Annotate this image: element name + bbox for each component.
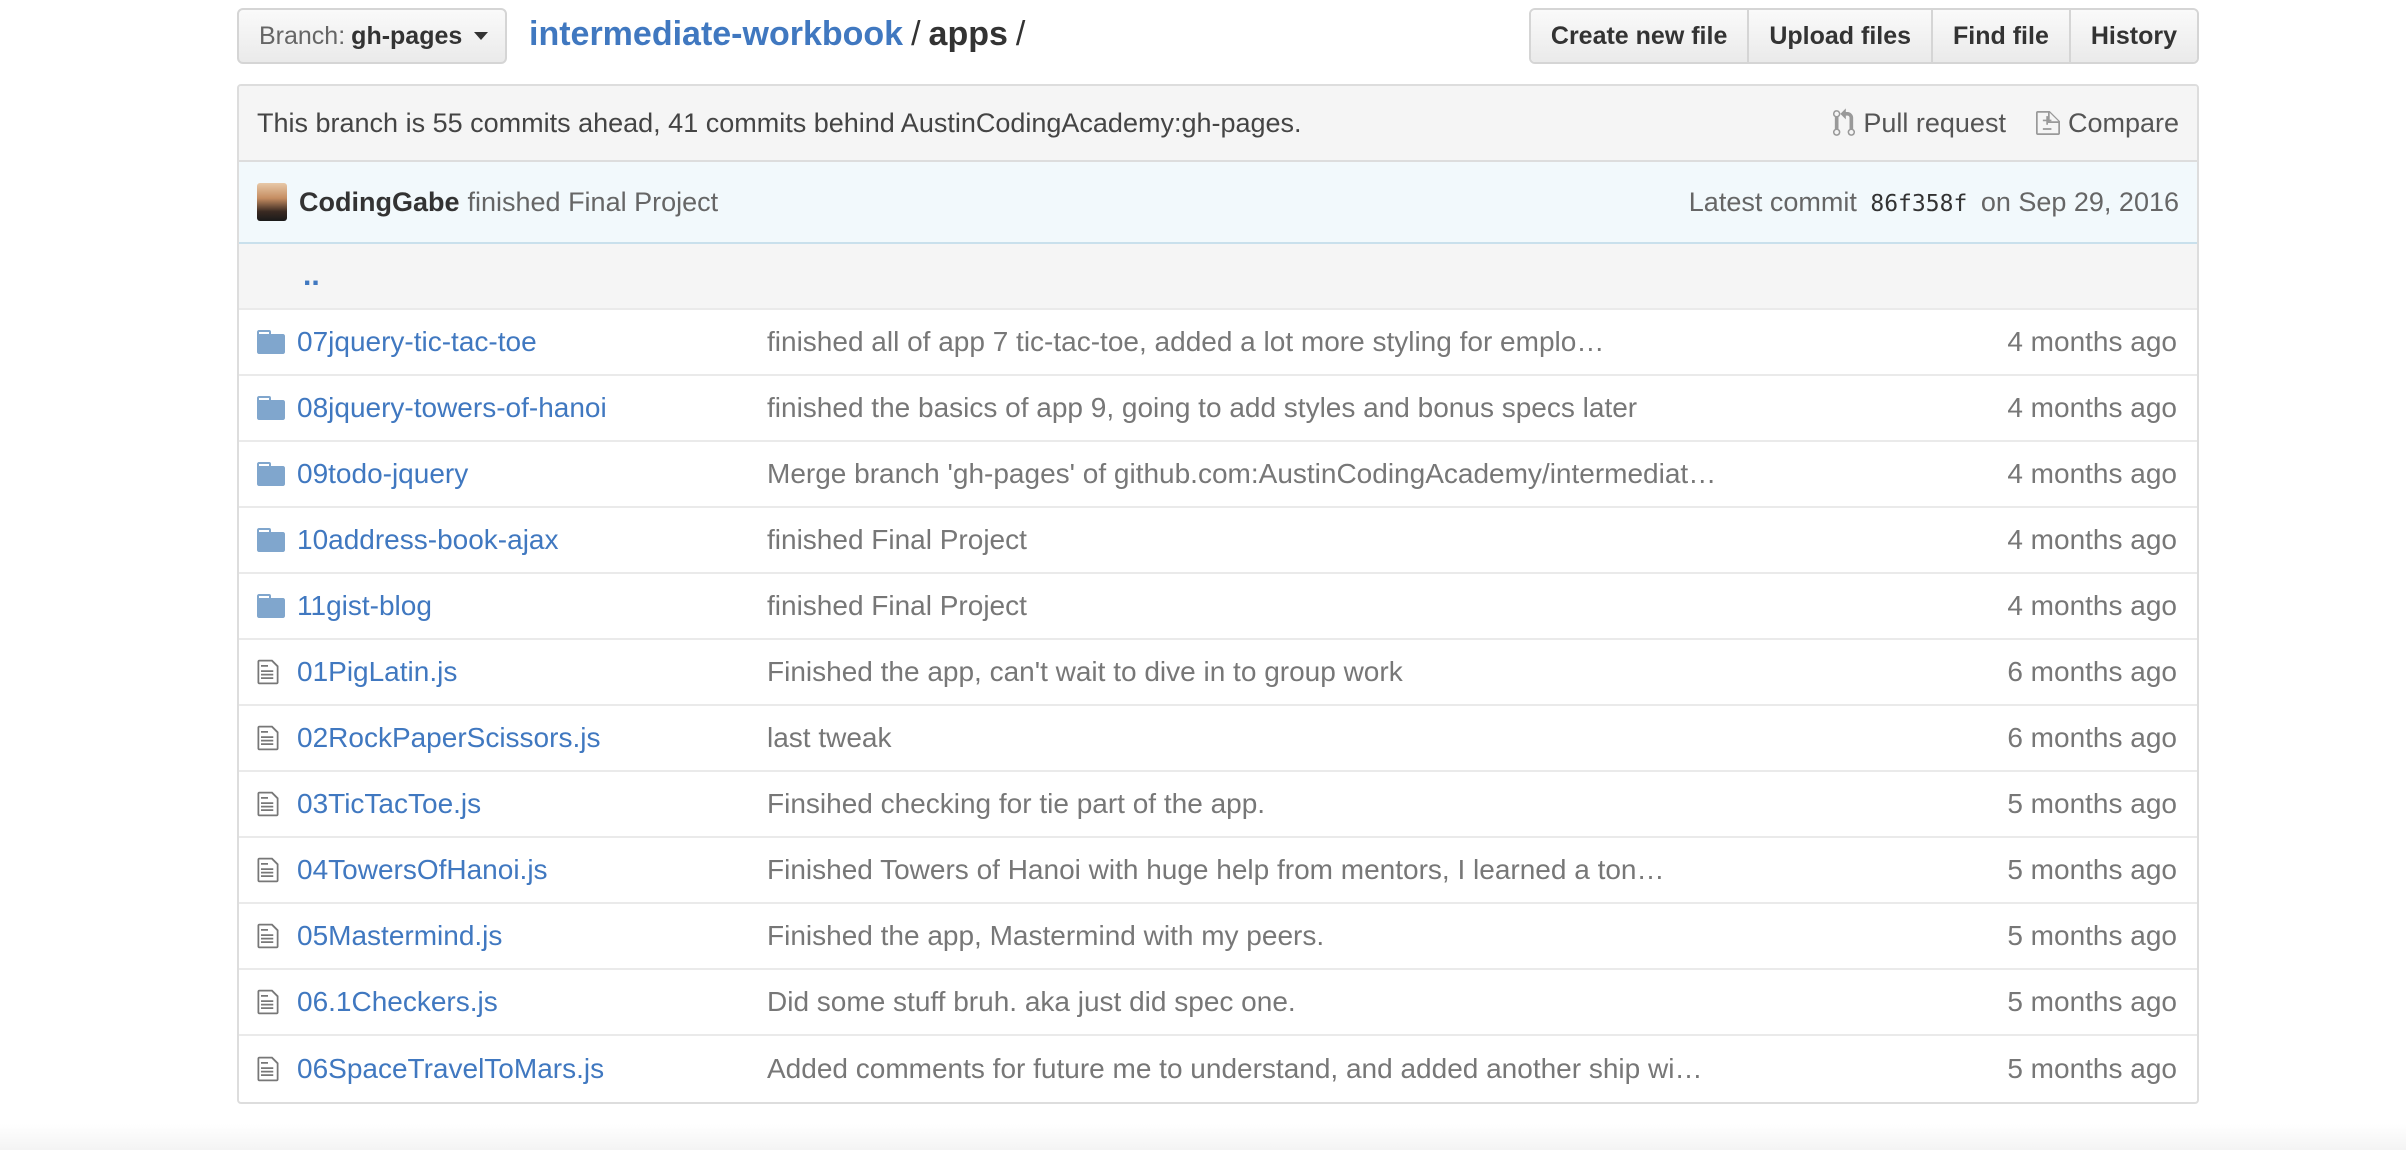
caret-down-icon	[474, 32, 489, 40]
file-navigation-bar: Branch: gh-pages intermediate-workbook / a…	[237, 0, 2199, 78]
branch-infobar: This branch is 55 commits ahead, 41 comm…	[239, 86, 2197, 162]
file-age: 5 months ago	[2007, 788, 2177, 819]
file-name-link[interactable]: 11gist-blog	[297, 590, 767, 622]
folder-icon	[257, 396, 297, 420]
create-new-file-button[interactable]: Create new file	[1530, 10, 1748, 62]
file-name-link[interactable]: 10address-book-ajax	[297, 524, 767, 556]
file-name-link[interactable]: 06SpaceTravelToMars.js	[297, 1053, 767, 1085]
file-commit-message-link[interactable]: finished Final Project	[767, 524, 1937, 556]
breadcrumb-current-folder: apps	[928, 15, 1008, 53]
file-name-link[interactable]: 08jquery-towers-of-hanoi	[297, 392, 767, 424]
file-commit-message-link[interactable]: Finished Towers of Hanoi with huge help …	[767, 854, 1937, 886]
file-commit-message-link[interactable]: Merge branch 'gh-pages' of github.com:Au…	[767, 458, 1937, 490]
file-age: 4 months ago	[2007, 524, 2177, 555]
table-row: 04TowersOfHanoi.js Finished Towers of Han…	[239, 838, 2197, 904]
table-row: 09todo-jquery Merge branch 'gh-pages' of …	[239, 442, 2197, 508]
latest-commit-bar: CodingGabe finished Final Project Latest…	[239, 162, 2197, 244]
pull-request-label: Pull request	[1863, 107, 2006, 138]
file-actions-group: Create new file Upload files Find file H…	[1528, 8, 2199, 64]
file-icon	[257, 658, 297, 686]
file-commit-message-link[interactable]: finished the basics of app 9, going to a…	[767, 392, 1937, 424]
folder-icon	[257, 528, 297, 552]
file-age: 4 months ago	[2007, 326, 2177, 357]
file-commit-message-link[interactable]: last tweak	[767, 722, 1937, 754]
parent-directory-row: ..	[239, 244, 2197, 310]
table-row: 05Mastermind.js Finished the app, Masterm…	[239, 904, 2197, 970]
file-name-link[interactable]: 05Mastermind.js	[297, 920, 767, 952]
file-icon	[257, 922, 297, 950]
commit-author-link[interactable]: CodingGabe	[299, 187, 460, 218]
compare-link[interactable]: Compare	[2035, 107, 2179, 139]
file-icon	[257, 790, 297, 818]
table-row: 02RockPaperScissors.js last tweak 6 months…	[239, 706, 2197, 772]
history-button[interactable]: History	[2068, 10, 2197, 62]
table-row: 11gist-blog finished Final Project 4 month…	[239, 574, 2197, 640]
file-age: 5 months ago	[2007, 1053, 2177, 1084]
file-commit-message-link[interactable]: Finished the app, can't wait to dive in …	[767, 656, 1937, 688]
file-list: 07jquery-tic-tac-toe finished all of app …	[239, 310, 2197, 1102]
commit-sha-link[interactable]: 86f358f	[1870, 191, 1967, 217]
table-row: 03TicTacToe.js Finsihed checking for tie …	[239, 772, 2197, 838]
table-row: 01PigLatin.js Finished the app, can't wai…	[239, 640, 2197, 706]
commit-date: on Sep 29, 2016	[1980, 186, 2179, 217]
file-age: 6 months ago	[2007, 656, 2177, 687]
branch-status-message: This branch is 55 commits ahead, 41 comm…	[257, 107, 1302, 138]
breadcrumb-repo-link[interactable]: intermediate-workbook	[529, 15, 903, 53]
file-icon	[257, 1055, 297, 1083]
folder-icon	[257, 594, 297, 618]
table-row: 08jquery-towers-of-hanoi finished the bas…	[239, 376, 2197, 442]
file-name-link[interactable]: 03TicTacToe.js	[297, 788, 767, 820]
folder-icon	[257, 462, 297, 486]
file-name-link[interactable]: 01PigLatin.js	[297, 656, 767, 688]
file-name-link[interactable]: 04TowersOfHanoi.js	[297, 854, 767, 886]
file-age: 4 months ago	[2007, 392, 2177, 423]
file-age: 5 months ago	[2007, 920, 2177, 951]
page-bottom-edge	[0, 1124, 2406, 1150]
file-list-box: This branch is 55 commits ahead, 41 comm…	[237, 84, 2199, 1104]
file-commit-message-link[interactable]: Finsihed checking for tie part of the ap…	[767, 788, 1937, 820]
branch-name: gh-pages	[351, 21, 463, 50]
table-row: 06SpaceTravelToMars.js Added comments for…	[239, 1036, 2197, 1102]
file-name-link[interactable]: 09todo-jquery	[297, 458, 767, 490]
file-icon	[257, 856, 297, 884]
file-icon	[257, 724, 297, 752]
file-age: 4 months ago	[2007, 458, 2177, 489]
avatar[interactable]	[257, 183, 287, 221]
table-row: 06.1Checkers.js Did some stuff bruh. aka …	[239, 970, 2197, 1036]
upload-files-button[interactable]: Upload files	[1747, 10, 1932, 62]
folder-icon	[257, 330, 297, 354]
compare-label: Compare	[2067, 107, 2179, 138]
file-age: 6 months ago	[2007, 722, 2177, 753]
file-age: 4 months ago	[2007, 590, 2177, 621]
file-commit-message-link[interactable]: finished Final Project	[767, 590, 1937, 622]
breadcrumb-separator: /	[1015, 15, 1026, 53]
file-commit-message-link[interactable]: finished all of app 7 tic-tac-toe, added…	[767, 326, 1937, 358]
file-name-link[interactable]: 02RockPaperScissors.js	[297, 722, 767, 754]
compare-icon	[2035, 111, 2060, 135]
file-commit-message-link[interactable]: Did some stuff bruh. aka just did spec o…	[767, 986, 1937, 1018]
branch-label: Branch:	[259, 21, 346, 50]
latest-commit-label: Latest commit	[1688, 186, 1857, 217]
find-file-button[interactable]: Find file	[1931, 10, 2069, 62]
pull-request-icon	[1833, 108, 1856, 136]
breadcrumb-separator: /	[911, 15, 921, 53]
file-age: 5 months ago	[2007, 854, 2177, 885]
commit-meta: Latest commit 86f358f on Sep 29, 2016	[1689, 187, 2179, 218]
file-name-link[interactable]: 07jquery-tic-tac-toe	[297, 326, 767, 358]
repo-file-navigation: Branch: gh-pages intermediate-workbook / a…	[237, 0, 2199, 1104]
branch-select-button[interactable]: Branch: gh-pages	[237, 8, 507, 64]
commit-message-link[interactable]: finished Final Project	[468, 187, 1689, 218]
table-row: 07jquery-tic-tac-toe finished all of app …	[239, 310, 2197, 376]
file-icon	[257, 988, 297, 1016]
file-commit-message-link[interactable]: Finished the app, Mastermind with my pee…	[767, 920, 1937, 952]
pull-request-link[interactable]: Pull request	[1833, 108, 2006, 139]
breadcrumb: intermediate-workbook / apps /	[529, 12, 1033, 56]
parent-directory-link[interactable]: ..	[303, 259, 320, 293]
file-name-link[interactable]: 06.1Checkers.js	[297, 986, 767, 1018]
file-age: 5 months ago	[2007, 986, 2177, 1017]
table-row: 10address-book-ajax finished Final Projec…	[239, 508, 2197, 574]
file-commit-message-link[interactable]: Added comments for future me to understa…	[767, 1053, 1937, 1085]
